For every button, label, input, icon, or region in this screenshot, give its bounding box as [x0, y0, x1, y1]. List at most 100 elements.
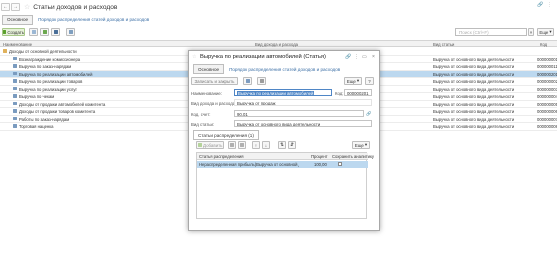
sub-more-label: Еще	[354, 142, 364, 148]
more-vertical-icon[interactable]: ⋮	[547, 2, 552, 8]
column-type[interactable]: Вид статьи	[433, 42, 454, 47]
save-button[interactable]	[243, 77, 252, 85]
dialog-tab-main[interactable]: Основное	[193, 64, 225, 74]
name-field[interactable]: Выручка по реализации автомобилей	[234, 89, 332, 96]
page-title: Статьи доходов и расходов	[33, 3, 118, 11]
cell-type: Выручка от основного вида деятельности	[433, 71, 515, 77]
back-button[interactable]: ←	[1, 3, 10, 11]
sub-column-percent[interactable]: Процент	[311, 154, 328, 159]
kind-label: Вид дохода и расхода:	[191, 101, 237, 106]
search-clear-button[interactable]: ×	[528, 28, 534, 36]
edit-button[interactable]	[40, 28, 49, 36]
keep-analytics-checkbox[interactable]	[338, 162, 342, 167]
cell-code: 000000005	[537, 101, 557, 107]
back-arrow-icon: ←	[3, 4, 8, 10]
mark-delete-button[interactable]	[51, 28, 60, 36]
delete-icon	[240, 143, 244, 147]
item-icon	[13, 64, 17, 68]
forward-arrow-icon: →	[13, 4, 18, 10]
type-label: Вид статьи:	[191, 122, 215, 127]
account-field[interactable]: 90.01	[234, 110, 364, 117]
add-label: Добавить	[203, 142, 223, 148]
distribution-row[interactable]: Нераспределенная прибыль(Выручка от осно…	[197, 161, 368, 168]
cell-name: Выручка по реализации товаров	[19, 79, 83, 85]
account-label: Код. счет:	[191, 112, 211, 117]
more-button[interactable]: Еще ▾	[537, 28, 554, 36]
sub-column-article[interactable]: Статья распределения	[199, 154, 244, 159]
kind-field[interactable]: Выручка от продаж	[234, 99, 372, 106]
distribution-table-header: Статья распределения Процент Сохранить а…	[197, 153, 374, 160]
create-label: Создать	[7, 29, 24, 35]
sub-delete-button[interactable]	[238, 141, 246, 149]
cell-type: Выручка от основного вида деятельности	[433, 101, 515, 107]
dialog-title: Выручка по реализации автомобилей (Стать…	[200, 54, 326, 60]
create-button[interactable]: Создать	[2, 28, 25, 36]
type-field[interactable]: Выручка от основного вида деятельности	[234, 120, 372, 127]
item-icon	[13, 124, 17, 128]
search-placeholder: Поиск (Ctrl+F)	[459, 29, 489, 35]
add-button[interactable]: Добавить	[196, 141, 224, 149]
arrow-down-icon: ↓	[264, 142, 268, 148]
item-icon	[13, 79, 17, 83]
column-kind[interactable]: Вид дохода и расхода	[255, 42, 298, 47]
distribution-table: Статья распределения Процент Сохранить а…	[196, 152, 374, 219]
cell-type: Выручка от основного вида деятельности	[433, 124, 515, 130]
column-name[interactable]: Наименование	[3, 42, 32, 47]
forward-button[interactable]: →	[11, 3, 20, 11]
sort-desc-button[interactable]: ⇵	[288, 141, 296, 149]
item-icon	[13, 101, 17, 106]
dialog-more-label: Еще	[346, 78, 356, 84]
copy-button[interactable]	[29, 28, 38, 36]
help-button[interactable]: ?	[365, 77, 374, 85]
cell-type: Выручка от основного вида деятельности	[433, 116, 515, 122]
sub-column-keep[interactable]: Сохранить аналитику	[332, 154, 374, 159]
dialog-more-button[interactable]: Еще ▾	[344, 77, 362, 85]
sub-copy-button[interactable]	[228, 141, 236, 149]
copy-icon	[230, 143, 234, 147]
tab-main[interactable]: Основное	[2, 14, 34, 25]
grid-header: Наименование Вид дохода и расхода Вид ст…	[0, 40, 557, 47]
column-code[interactable]: Код	[540, 42, 547, 47]
close-icon[interactable]: ×	[372, 54, 375, 60]
favorite-star-icon[interactable]: ☆	[192, 54, 196, 60]
more-vertical-icon[interactable]: ⋮	[354, 54, 359, 60]
item-icon	[13, 86, 17, 91]
dialog-tabs: Основное Порядок распределения статей до…	[191, 64, 340, 74]
refresh-button[interactable]	[66, 28, 75, 36]
cell-name: Доходы от продажи товаров комитента	[19, 109, 96, 115]
cell-code: 000000007	[537, 116, 557, 122]
sub-more-button[interactable]: Еще ▾	[352, 141, 370, 149]
cell-type: Выручка от основного вида деятельности	[433, 56, 515, 62]
link-icon[interactable]: 🔗	[345, 54, 351, 60]
link-icon[interactable]: 🔗	[537, 2, 543, 8]
search-input[interactable]: Поиск (Ctrl+F)	[455, 28, 527, 36]
kind-value: Выручка от продаж	[237, 101, 276, 106]
cell-name: Выручка по реализации услуг	[19, 86, 77, 92]
cell-type: Выручка от основного вида деятельности	[433, 79, 515, 85]
item-icon	[13, 71, 17, 76]
print-button[interactable]	[257, 77, 266, 85]
sort-asc-button[interactable]: ⇅	[278, 141, 286, 149]
account-open-icon[interactable]: 🔗	[366, 111, 371, 117]
section-tab[interactable]: Статьи распределения (1)	[193, 130, 259, 140]
cell-type: Выручка от основного вида деятельности	[433, 64, 515, 70]
tab-distribution-link[interactable]: Порядок распределения статей доходов и р…	[38, 17, 149, 22]
code-field[interactable]: 000000201	[344, 89, 372, 96]
cell-name: Вознаграждение комиссионера	[19, 56, 81, 62]
move-up-button[interactable]: ↑	[252, 141, 260, 149]
favorite-star-icon[interactable]: ☆	[24, 3, 30, 11]
save-close-button[interactable]: Записать и закрыть	[191, 77, 238, 85]
item-icon	[13, 109, 17, 113]
more-label: Еще	[539, 29, 549, 35]
item-dialog: ☆ Выручка по реализации автомобилей (Ста…	[188, 50, 380, 231]
distribution-percent: 100,00	[314, 162, 327, 168]
move-down-button[interactable]: ↓	[262, 141, 270, 149]
cell-code: 000000003	[537, 86, 557, 92]
cell-name: Работы по заказ-нарядам	[19, 116, 70, 122]
item-icon	[13, 94, 17, 98]
maximize-icon[interactable]: ▭	[362, 54, 367, 60]
cell-name: Выручка по реализации автомобилей	[19, 71, 93, 77]
arrow-up-icon: ↑	[254, 142, 258, 148]
dialog-tab-link[interactable]: Порядок распределения статей доходов и р…	[229, 67, 340, 72]
plus-icon	[3, 30, 6, 34]
